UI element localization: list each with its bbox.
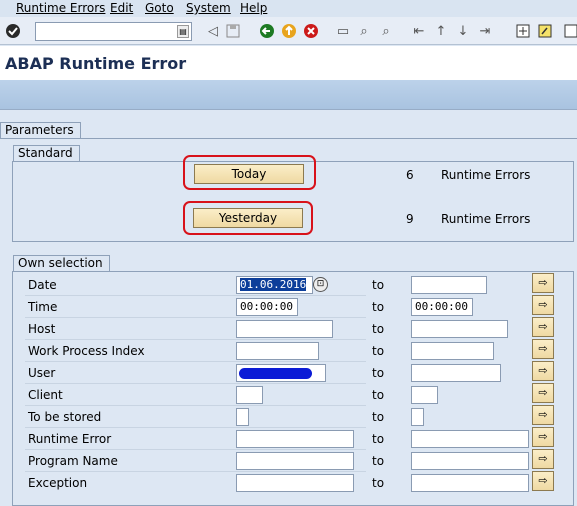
to-be-stored-to-label: to — [372, 410, 385, 424]
program-name-multiple-selection-icon[interactable]: ⇨ — [532, 449, 554, 469]
client-from-field[interactable] — [236, 386, 263, 404]
menu-edit[interactable]: Edit — [110, 1, 133, 15]
row-divider — [25, 361, 366, 362]
exception-to-field[interactable] — [411, 474, 529, 492]
host-to-label: to — [372, 322, 385, 336]
layout-icon[interactable] — [514, 22, 532, 40]
date-picker-icon[interactable]: ⊡ — [313, 277, 328, 292]
work-process-multiple-selection-icon[interactable]: ⇨ — [532, 339, 554, 359]
date-to-label: to — [372, 278, 385, 292]
time-to-label: to — [372, 300, 385, 314]
program-name-to-label: to — [372, 454, 385, 468]
to-be-stored-multiple-selection-icon[interactable]: ⇨ — [532, 405, 554, 425]
row-divider — [25, 317, 366, 318]
page-title: ABAP Runtime Error — [5, 54, 187, 73]
command-field[interactable]: ▤ — [35, 22, 192, 41]
tab-parameters: Parameters — [0, 122, 81, 138]
menu-runtime-errors[interactable]: Runtime Errors — [16, 1, 105, 15]
prev-page-icon[interactable]: ↑ — [432, 22, 450, 40]
host-from-field[interactable] — [236, 320, 333, 338]
next-page-icon[interactable]: ↓ — [454, 22, 472, 40]
row-divider — [25, 295, 366, 296]
row-divider — [25, 449, 366, 450]
yesterday-button[interactable]: Yesterday — [193, 208, 303, 228]
exception-from-field[interactable] — [236, 474, 354, 492]
time-from-field[interactable]: 00:00:00 — [236, 298, 298, 316]
history-back-icon[interactable]: ◁ — [204, 22, 222, 40]
find-next-icon[interactable]: ⌕ — [377, 22, 395, 40]
yesterday-count: 9 — [406, 212, 414, 226]
command-dropdown-icon[interactable]: ▤ — [177, 25, 189, 38]
today-button[interactable]: Today — [194, 164, 304, 184]
date-multiple-selection-icon[interactable]: ⇨ — [532, 273, 554, 293]
first-page-icon[interactable]: ⇤ — [410, 22, 428, 40]
standard-toolbar: ▤ ◁ ▭ ⌕ ⌕ ⇤ ↑ ↓ ⇥ — [0, 17, 577, 45]
to-be-stored-label: To be stored — [28, 410, 102, 424]
date-from-field[interactable]: 01.06.2016 — [236, 276, 313, 294]
help-icon[interactable] — [536, 22, 554, 40]
exception-label: Exception — [28, 476, 88, 490]
client-to-label: to — [372, 388, 385, 402]
today-count-label: Runtime Errors — [441, 168, 531, 182]
program-name-to-field[interactable] — [411, 452, 529, 470]
row-divider — [25, 427, 366, 428]
exception-multiple-selection-icon[interactable]: ⇨ — [532, 471, 554, 491]
exception-to-label: to — [372, 476, 385, 490]
work-process-to-label: to — [372, 344, 385, 358]
user-label: User — [28, 366, 56, 380]
user-to-label: to — [372, 366, 385, 380]
program-name-label: Program Name — [28, 454, 118, 468]
runtime-error-multiple-selection-icon[interactable]: ⇨ — [532, 427, 554, 447]
yesterday-count-label: Runtime Errors — [441, 212, 531, 226]
parameters-divider — [0, 138, 577, 139]
menu-goto[interactable]: Goto — [145, 1, 174, 15]
date-label: Date — [28, 278, 57, 292]
row-divider — [25, 405, 366, 406]
last-page-icon[interactable]: ⇥ — [476, 22, 494, 40]
work-process-to-field[interactable] — [411, 342, 494, 360]
print-icon[interactable]: ▭ — [334, 22, 352, 40]
exit-icon[interactable] — [280, 22, 298, 40]
host-to-field[interactable] — [411, 320, 508, 338]
today-count: 6 — [406, 168, 414, 182]
to-be-stored-to-field[interactable] — [411, 408, 424, 426]
runtime-error-from-field[interactable] — [236, 430, 354, 448]
runtime-error-to-label: to — [372, 432, 385, 446]
time-multiple-selection-icon[interactable]: ⇨ — [532, 295, 554, 315]
runtime-error-to-field[interactable] — [411, 430, 529, 448]
work-process-index-label: Work Process Index — [28, 344, 145, 358]
user-multiple-selection-icon[interactable]: ⇨ — [532, 361, 554, 381]
menu-bar: Runtime Errors Edit Goto System Help — [0, 0, 577, 17]
host-multiple-selection-icon[interactable]: ⇨ — [532, 317, 554, 337]
application-toolbar — [0, 80, 577, 110]
runtime-error-label: Runtime Error — [28, 432, 112, 446]
host-label: Host — [28, 322, 56, 336]
client-label: Client — [28, 388, 63, 402]
client-multiple-selection-icon[interactable]: ⇨ — [532, 383, 554, 403]
menu-system[interactable]: System — [186, 1, 231, 15]
row-divider — [25, 383, 366, 384]
client-to-field[interactable] — [411, 386, 438, 404]
check-icon[interactable] — [4, 22, 22, 40]
back-icon[interactable] — [258, 22, 276, 40]
to-be-stored-from-field[interactable] — [236, 408, 249, 426]
date-to-field[interactable] — [411, 276, 487, 294]
title-bar: ABAP Runtime Error — [0, 46, 577, 80]
menu-help[interactable]: Help — [240, 1, 267, 15]
row-divider — [25, 471, 366, 472]
customize-icon[interactable] — [562, 22, 577, 40]
user-from-field[interactable] — [236, 364, 326, 382]
save-icon[interactable] — [224, 22, 242, 40]
tab-standard: Standard — [13, 145, 80, 161]
work-process-from-field[interactable] — [236, 342, 319, 360]
tab-own-selection: Own selection — [13, 255, 110, 271]
cancel-icon[interactable] — [302, 22, 320, 40]
program-name-from-field[interactable] — [236, 452, 354, 470]
time-to-field[interactable]: 00:00:00 — [411, 298, 473, 316]
time-label: Time — [28, 300, 58, 314]
redacted-user-mark — [239, 368, 312, 379]
row-divider — [25, 339, 366, 340]
find-icon[interactable]: ⌕ — [355, 22, 373, 40]
user-to-field[interactable] — [411, 364, 501, 382]
